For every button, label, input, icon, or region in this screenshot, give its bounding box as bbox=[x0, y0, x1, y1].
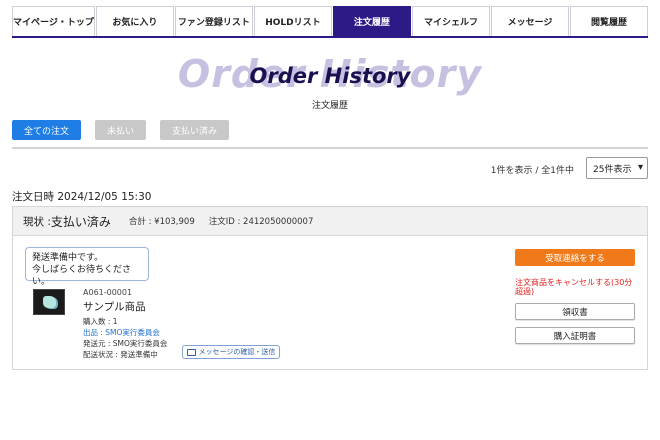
tab-fan-list[interactable]: ファン登録リスト bbox=[174, 6, 253, 36]
message-button[interactable]: メッセージの確認・送信 bbox=[182, 345, 280, 359]
result-count: 1件を表示 / 全1件中 bbox=[490, 166, 574, 176]
contact-receipt-button[interactable]: 受取連絡をする bbox=[515, 249, 635, 266]
page-subtitle: 注文履歴 bbox=[311, 101, 348, 111]
item-code: A061-00001 bbox=[83, 288, 133, 297]
chat-icon bbox=[186, 348, 196, 356]
tab-favorites[interactable]: お気に入り bbox=[95, 6, 174, 36]
gem-image-icon bbox=[43, 296, 56, 308]
purchase-certificate-button[interactable]: 購入証明書 bbox=[515, 327, 635, 344]
order-filters: 全ての注文 未払い 支払い済み bbox=[12, 120, 230, 140]
divider bbox=[12, 147, 648, 149]
filter-paid-button[interactable]: 支払い済み bbox=[160, 120, 230, 140]
page-title: Order History bbox=[249, 64, 411, 88]
tab-mypage-top[interactable]: マイページ・トップ bbox=[12, 6, 95, 36]
filter-all-button[interactable]: 全ての注文 bbox=[12, 120, 82, 140]
top-nav: マイページ・トップ お気に入り ファン登録リスト HOLDリスト 注文履歴 マイ… bbox=[12, 6, 649, 38]
tab-messages[interactable]: メッセージ bbox=[490, 6, 570, 36]
item-seller-link[interactable]: 出品 : SMO実行委員会 bbox=[83, 327, 160, 338]
per-page-select[interactable]: 25件表示 ▾ bbox=[586, 157, 648, 179]
order-card-header: 現状 : 支払い済み 合計 : ¥103,909 注文ID : 24120500… bbox=[13, 207, 647, 236]
tab-browsing-history[interactable]: 閲覧履歴 bbox=[570, 6, 649, 36]
shipping-notice: 発送準備中です。 今しばらくお待ちください。 bbox=[25, 247, 149, 287]
notice-line-2: 今しばらくお待ちください。 bbox=[32, 265, 132, 287]
notice-line-1: 発送準備中です。 bbox=[32, 253, 104, 263]
status-label: 現状 : bbox=[23, 215, 51, 228]
message-button-label: メッセージの確認・送信 bbox=[198, 348, 276, 356]
filter-unpaid-button[interactable]: 未払い bbox=[95, 120, 147, 140]
order-total: 合計 : ¥103,909 bbox=[128, 217, 195, 227]
item-name[interactable]: サンプル商品 bbox=[83, 299, 146, 314]
per-page-value: 25件表示 bbox=[593, 164, 632, 175]
order-card: 現状 : 支払い済み 合計 : ¥103,909 注文ID : 24120500… bbox=[12, 206, 648, 370]
item-quantity: 購入数 : 1 bbox=[83, 317, 118, 326]
receipt-button[interactable]: 領収書 bbox=[515, 303, 635, 320]
item-shipper: 発送元 : SMO実行委員会 bbox=[83, 339, 168, 348]
order-id: 注文ID : 2412050000007 bbox=[208, 217, 314, 227]
tab-hold-list[interactable]: HOLDリスト bbox=[253, 6, 332, 36]
product-thumbnail[interactable] bbox=[33, 289, 65, 315]
tab-order-history[interactable]: 注文履歴 bbox=[332, 6, 411, 36]
chevron-down-icon: ▾ bbox=[637, 162, 643, 173]
tab-my-shelf[interactable]: マイシェルフ bbox=[411, 6, 490, 36]
status-badge: 支払い済み bbox=[50, 214, 111, 229]
cancel-order-link[interactable]: 注文商品をキャンセルする(30分超過) bbox=[515, 278, 635, 296]
order-date: 注文日時 2024/12/05 15:30 bbox=[12, 191, 152, 203]
item-delivery-status: 配送状況 : 発送準備中 bbox=[83, 350, 158, 359]
